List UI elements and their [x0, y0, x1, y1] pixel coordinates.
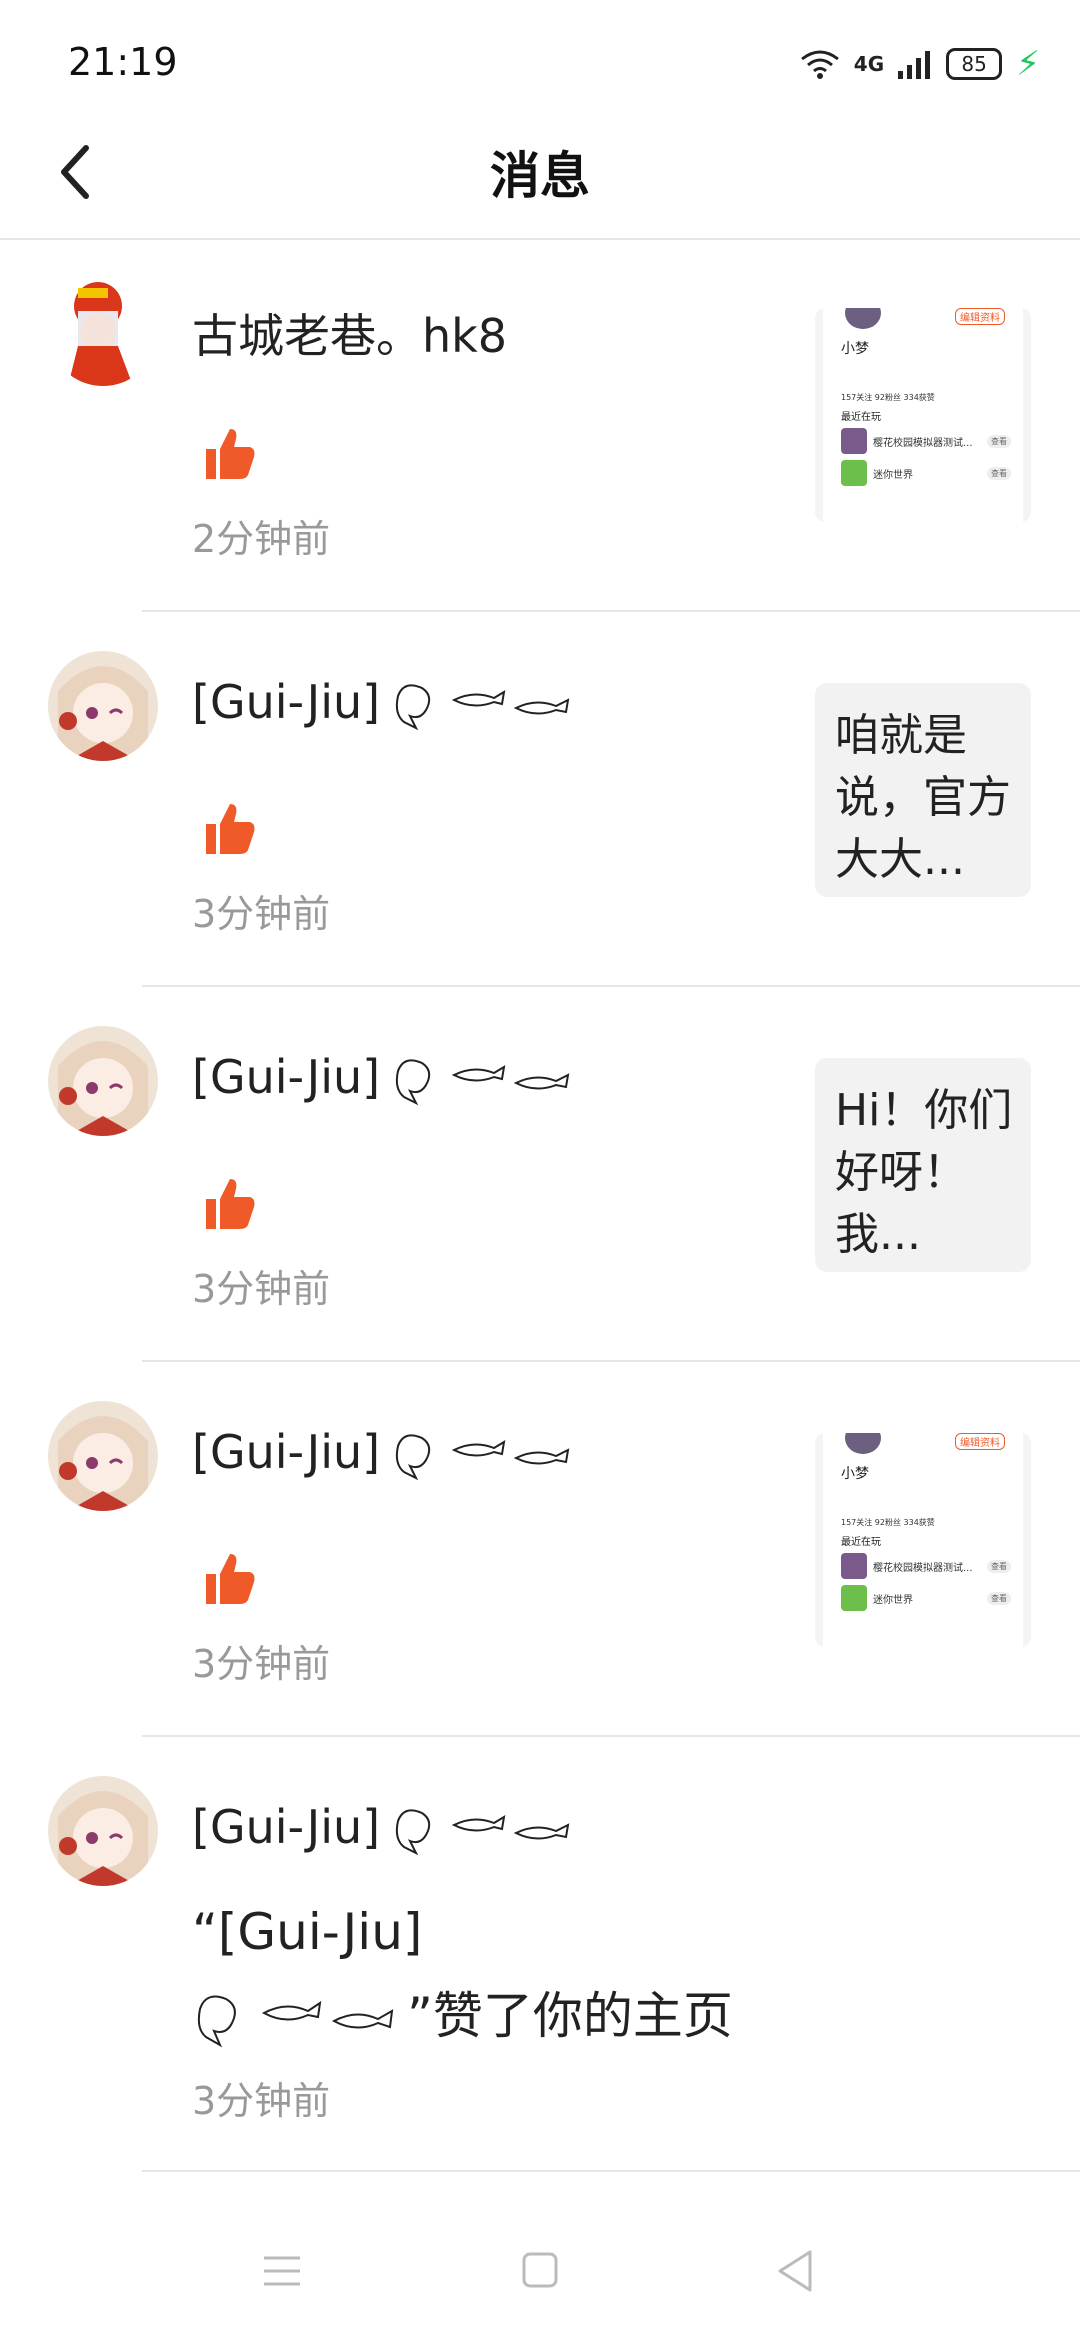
preview-text: 咱就是说，官方大大... [835, 710, 1011, 885]
profile-stats: 157关注 92粉丝 334获赞 [841, 393, 935, 402]
game-thumb [841, 460, 867, 486]
avatar[interactable] [48, 1401, 158, 1511]
divider [142, 2170, 1080, 2172]
message-body: “[Gui-Jiu] ”赞了你的主页 [192, 1890, 733, 2058]
like-icon [200, 800, 258, 858]
back-nav-button[interactable] [766, 2246, 826, 2296]
status-time: 21:19 [68, 40, 178, 84]
battery-icon: 85 [946, 48, 1003, 80]
fish-decoration-icon [197, 1995, 394, 2047]
sender-name: [Gui-Jiu] [192, 1800, 580, 1861]
message-time: 3分钟前 [192, 892, 331, 936]
message-time: 3分钟前 [192, 1642, 331, 1686]
recent-section: 最近在玩 [841, 412, 881, 423]
edit-profile-badge: 编辑资料 [955, 1433, 1005, 1450]
sender-name-text: [Gui-Jiu] [192, 1425, 381, 1479]
game-name: 迷你世界 [873, 469, 913, 481]
like-icon [200, 1175, 258, 1233]
system-nav-bar [0, 2200, 1080, 2340]
divider [142, 985, 1080, 987]
profile-name: 小梦 [841, 341, 869, 357]
signal-icon [898, 51, 931, 79]
profile-stats: 157关注 92粉丝 334获赞 [841, 1518, 935, 1527]
preview-screenshot[interactable]: 编辑资料 小梦 157关注 92粉丝 334获赞 最近在玩 樱花校园模拟器测试.… [815, 1433, 1031, 1647]
avatar[interactable] [48, 651, 158, 761]
body-line-1: “[Gui-Jiu] [192, 1903, 423, 1961]
message-item[interactable]: [Gui-Jiu] 3分钟前 咱就是说，官方大大... [0, 615, 1080, 985]
charging-icon: ⚡ [1016, 44, 1040, 84]
preview-text-card[interactable]: 咱就是说，官方大大... [815, 683, 1031, 897]
profile-avatar-mini [845, 1433, 881, 1454]
divider [142, 1360, 1080, 1362]
avatar-image [48, 1776, 158, 1886]
status-icons: 4G 85 ⚡ [800, 44, 1040, 84]
divider [142, 610, 1080, 612]
home-button[interactable] [510, 2246, 570, 2296]
message-time: 3分钟前 [192, 2079, 331, 2123]
home-square-icon [522, 2252, 558, 2288]
message-time: 2分钟前 [192, 517, 331, 561]
wifi-icon [800, 50, 839, 79]
sender-name: [Gui-Jiu] [192, 1050, 580, 1111]
profile-name: 小梦 [841, 1466, 869, 1482]
app-header: 消息 [0, 110, 1080, 240]
avatar[interactable] [48, 1026, 158, 1136]
message-time: 3分钟前 [192, 1267, 331, 1311]
recent-section: 最近在玩 [841, 1537, 881, 1548]
message-item[interactable]: [Gui-Jiu] 3分钟前 编辑资料 小梦 157关注 92粉丝 334获赞 … [0, 1365, 1080, 1735]
view-button: 查看 [987, 434, 1011, 448]
menu-button[interactable] [252, 2246, 312, 2296]
menu-icon [264, 2256, 300, 2286]
battery-level: 85 [961, 52, 987, 76]
fish-decoration-icon [396, 1808, 570, 1855]
view-button: 查看 [987, 1559, 1011, 1573]
message-item[interactable]: 古城老巷。hk8 2分钟前 编辑资料 小梦 157关注 92粉丝 334获赞 最… [0, 240, 1080, 610]
sender-name-text: [Gui-Jiu] [192, 675, 381, 729]
game-name: 樱花校园模拟器测试... [873, 1562, 973, 1574]
view-button: 查看 [987, 1591, 1011, 1605]
preview-text-card[interactable]: Hi！你们好呀！我... [815, 1058, 1031, 1272]
avatar[interactable] [48, 1776, 158, 1886]
divider [142, 1735, 1080, 1737]
view-button: 查看 [987, 466, 1011, 480]
game-name: 迷你世界 [873, 1594, 913, 1606]
avatar-image [48, 1401, 158, 1511]
sender-name: [Gui-Jiu] [192, 675, 580, 736]
like-icon [200, 1550, 258, 1608]
preview-text: Hi！你们好呀！我... [835, 1085, 1013, 1260]
sender-name-text: [Gui-Jiu] [192, 1800, 381, 1854]
body-line-2: ”赞了你的主页 [192, 1974, 733, 2058]
page-title: 消息 [490, 147, 590, 205]
preview-screenshot[interactable]: 编辑资料 小梦 157关注 92粉丝 334获赞 最近在玩 樱花校园模拟器测试.… [815, 308, 1031, 522]
avatar-image [48, 651, 158, 761]
avatar-image [48, 1026, 158, 1136]
fish-decoration-icon [396, 1433, 570, 1480]
message-item[interactable]: [Gui-Jiu] “[Gui-Jiu] ”赞了你的主页 3分钟前 [0, 1740, 1080, 2170]
network-label: 4G [853, 52, 885, 76]
like-icon [200, 425, 258, 483]
avatar-image [48, 276, 158, 386]
game-thumb [841, 1553, 867, 1579]
game-thumb [841, 1585, 867, 1611]
message-item[interactable]: [Gui-Jiu] 3分钟前 Hi！你们好呀！我... [0, 990, 1080, 1360]
game-thumb [841, 428, 867, 454]
fish-decoration-icon [396, 1058, 570, 1105]
sender-name-text: [Gui-Jiu] [192, 1050, 381, 1104]
sender-name: 古城老巷。hk8 [192, 309, 508, 363]
back-triangle-icon [778, 2250, 812, 2292]
body-line-2-text: ”赞了你的主页 [407, 1987, 733, 2045]
edit-profile-badge: 编辑资料 [955, 308, 1005, 325]
profile-avatar-mini [845, 308, 881, 329]
avatar[interactable] [48, 276, 158, 386]
game-name: 樱花校园模拟器测试... [873, 437, 973, 449]
fish-decoration-icon [396, 683, 570, 730]
sender-name: [Gui-Jiu] [192, 1425, 580, 1486]
